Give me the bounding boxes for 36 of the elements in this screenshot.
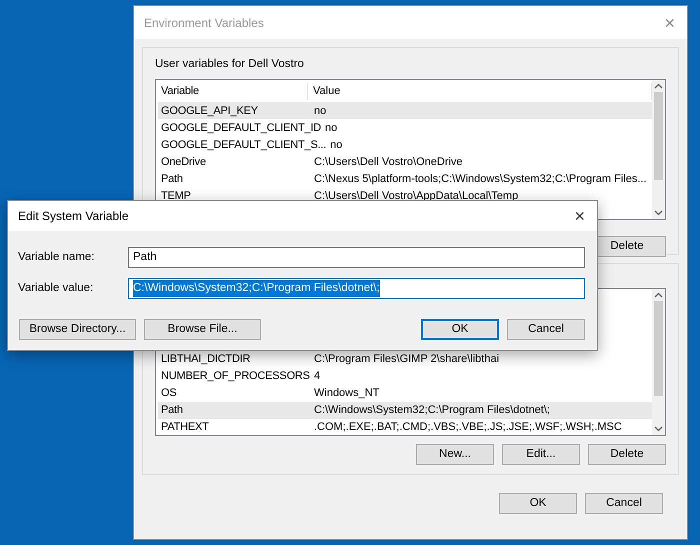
list-row[interactable]: GOOGLE_DEFAULT_CLIENT_ID no [158,119,652,136]
column-header[interactable]: Variable [156,83,308,100]
scroll-up-icon[interactable] [654,83,663,90]
button[interactable]: Cancel [507,319,585,340]
close-button[interactable]: × [572,207,587,225]
button[interactable]: New... [416,444,494,465]
list-row[interactable]: PATHEXT .COM;.EXE;.BAT;.CMD;.VBS;.VBE;.JS;.JSE;.WSF;.WSH;.MSC [158,419,652,435]
field-label: Variable name: [17,250,96,265]
list-row[interactable]: TEMP C:\Users\Dell Vostro\AppData\Local\Temp [158,187,652,204]
window-title: Environment Variables [144,14,264,32]
button[interactable]: OK [499,493,577,514]
field-label: Variable value: [17,280,94,296]
group-title: User variables for Dell Vostro [155,57,304,72]
list-row[interactable]: Path C:\Windows\System32;C:\Program Files\dotnet\; [158,402,652,419]
button[interactable]: OK [421,319,499,340]
dialog-title: Edit System Variable [18,208,128,225]
input-field[interactable]: Path [128,247,585,268]
list-row[interactable]: GOOGLE_API_KEY no [158,102,652,120]
button[interactable]: Browse Directory... [19,319,136,340]
scrollbar[interactable] [652,80,665,220]
list-row[interactable]: OS Windows_NT [158,385,652,402]
list-row[interactable]: OneDrive C:\Users\Dell Vostro\OneDrive [158,153,652,170]
scroll-down-icon[interactable] [654,426,663,432]
button[interactable]: Cancel [585,493,663,514]
button[interactable]: Delete [588,444,666,465]
list-row[interactable]: LIBTHAI_DICTDIR C:\Program Files\GIMP 2\share\libthai [158,351,652,368]
scrollbar[interactable] [652,289,665,435]
list-row[interactable]: Path C:\Nexus 5\platform-tools;C:\Windows\System32;C:\Program Files... [158,170,652,188]
close-button[interactable]: × [662,14,677,32]
list-row[interactable]: GOOGLE_DEFAULT_CLIENT_S... no [158,136,652,154]
scroll-up-icon[interactable] [654,292,663,298]
button[interactable]: Edit... [502,444,580,465]
button[interactable]: Browse File... [144,319,261,340]
scroll-down-icon[interactable] [654,210,663,216]
input-field[interactable]: C:\Windows\System32;C:\Program Files\dotnet\; [128,278,585,299]
list-row[interactable]: NUMBER_OF_PROCESSORS 4 [158,368,652,385]
